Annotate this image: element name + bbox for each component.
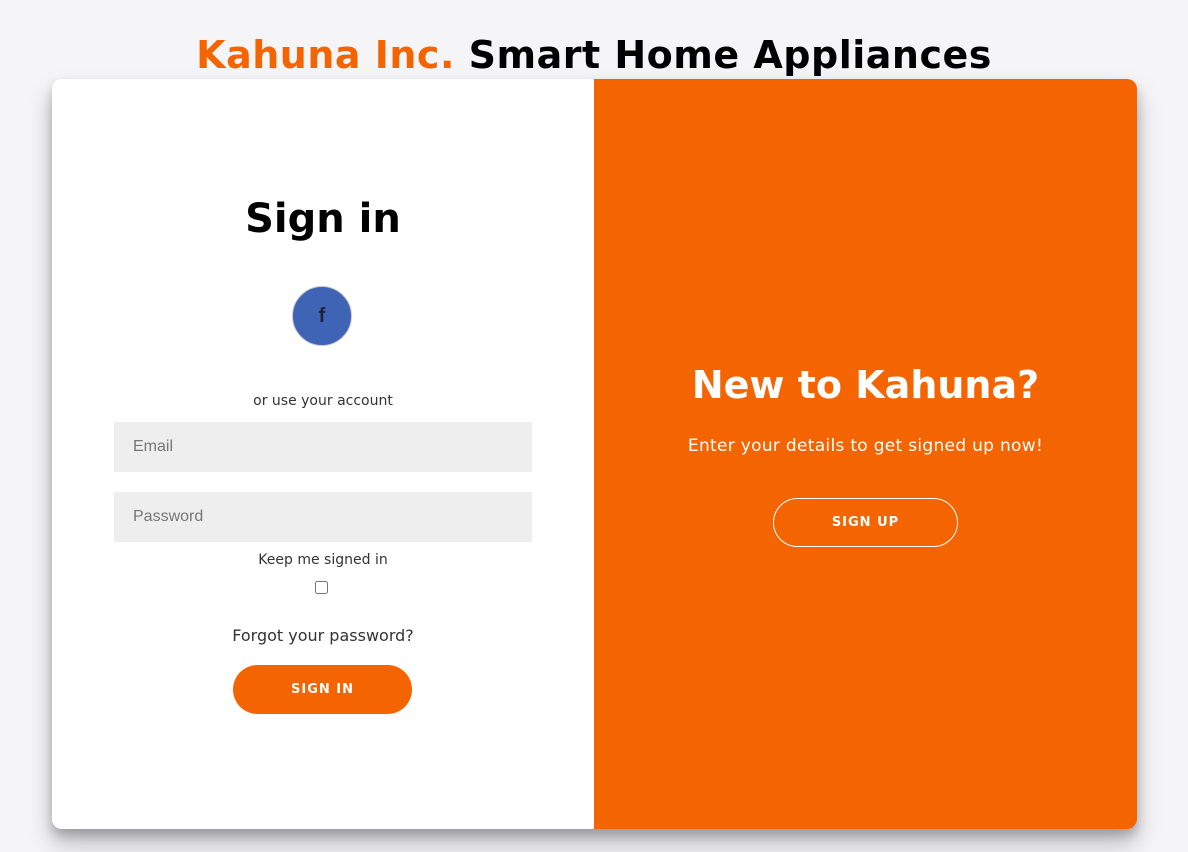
facebook-icon: f xyxy=(318,305,326,327)
auth-card: Sign in f or use your account Keep me si… xyxy=(52,79,1137,829)
keep-signed-in-label: Keep me signed in xyxy=(258,552,388,568)
facebook-login-button[interactable]: f xyxy=(292,286,352,346)
forgot-password-link[interactable]: Forgot your password? xyxy=(52,626,594,645)
sign-in-panel: Sign in f or use your account Keep me si… xyxy=(52,79,594,829)
keep-signed-in-checkbox[interactable] xyxy=(315,581,328,594)
sign-up-subtitle: Enter your details to get signed up now! xyxy=(687,436,1044,456)
email-field[interactable] xyxy=(114,422,532,472)
sign-in-heading: Sign in xyxy=(245,196,401,242)
page-title: Kahuna Inc. Smart Home Appliances xyxy=(0,30,1188,80)
sign-up-panel: New to Kahuna? Enter your details to get… xyxy=(594,79,1137,829)
sign-up-button[interactable]: SIGN UP xyxy=(773,498,958,547)
sign-in-button[interactable]: SIGN IN xyxy=(233,665,412,714)
brand-name: Kahuna Inc. xyxy=(196,33,455,77)
brand-tagline: Smart Home Appliances xyxy=(468,33,992,77)
sign-up-heading: New to Kahuna? xyxy=(691,363,1040,407)
alt-login-text: or use your account xyxy=(253,393,393,409)
password-field[interactable] xyxy=(114,492,532,542)
